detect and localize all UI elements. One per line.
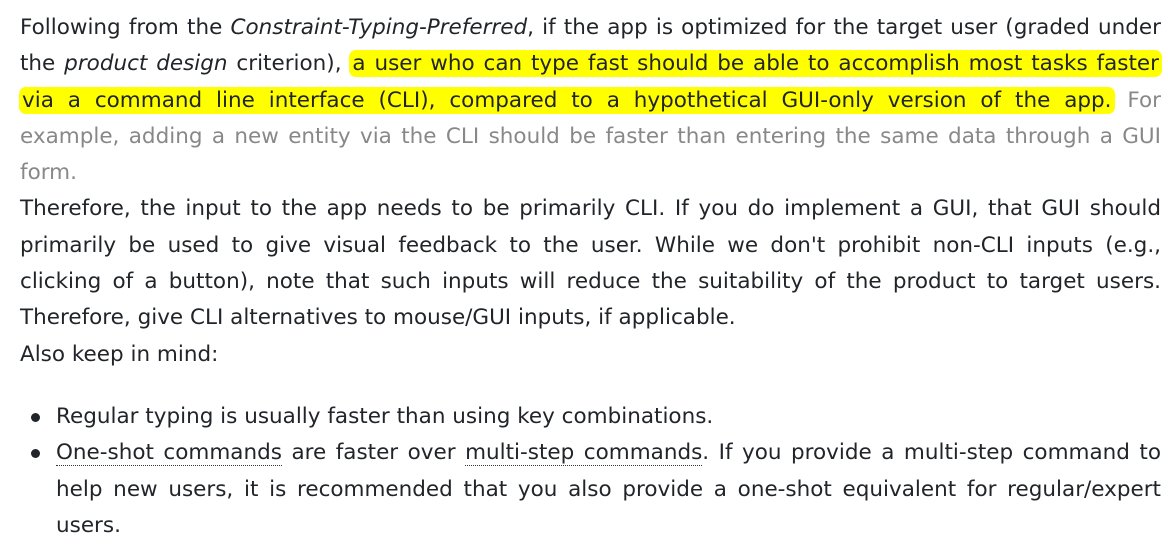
paragraph-keep-in-mind: Also keep in mind: <box>20 341 219 367</box>
text-segment: criterion), <box>227 51 351 77</box>
text-segment: Following from the <box>20 15 231 40</box>
paragraph-constraint: Following from the Constraint-Typing-Pre… <box>19 10 1163 191</box>
list-item: Regular typing is usually faster than us… <box>31 399 1161 435</box>
paragraph-input-cli: Therefore, the input to the app needs to… <box>20 196 1161 331</box>
term-multi-step-commands[interactable]: multi-step commands <box>465 440 703 467</box>
bullet-dot-icon <box>31 449 40 459</box>
list-item: One-shot commands are faster over multi-… <box>31 435 1161 544</box>
bullet-dot-icon <box>31 412 40 422</box>
criterion-name: product design <box>64 51 228 77</box>
tips-list: Regular typing is usually faster than us… <box>20 399 1161 544</box>
constraint-name: Constraint-Typing-Preferred <box>230 15 528 40</box>
text-segment: are faster over <box>281 440 466 466</box>
list-item-text: Regular typing is usually faster than us… <box>56 403 714 429</box>
term-one-shot-commands[interactable]: One-shot commands <box>56 440 282 467</box>
document-body: Following from the Constraint-Typing-Pre… <box>19 10 1163 544</box>
